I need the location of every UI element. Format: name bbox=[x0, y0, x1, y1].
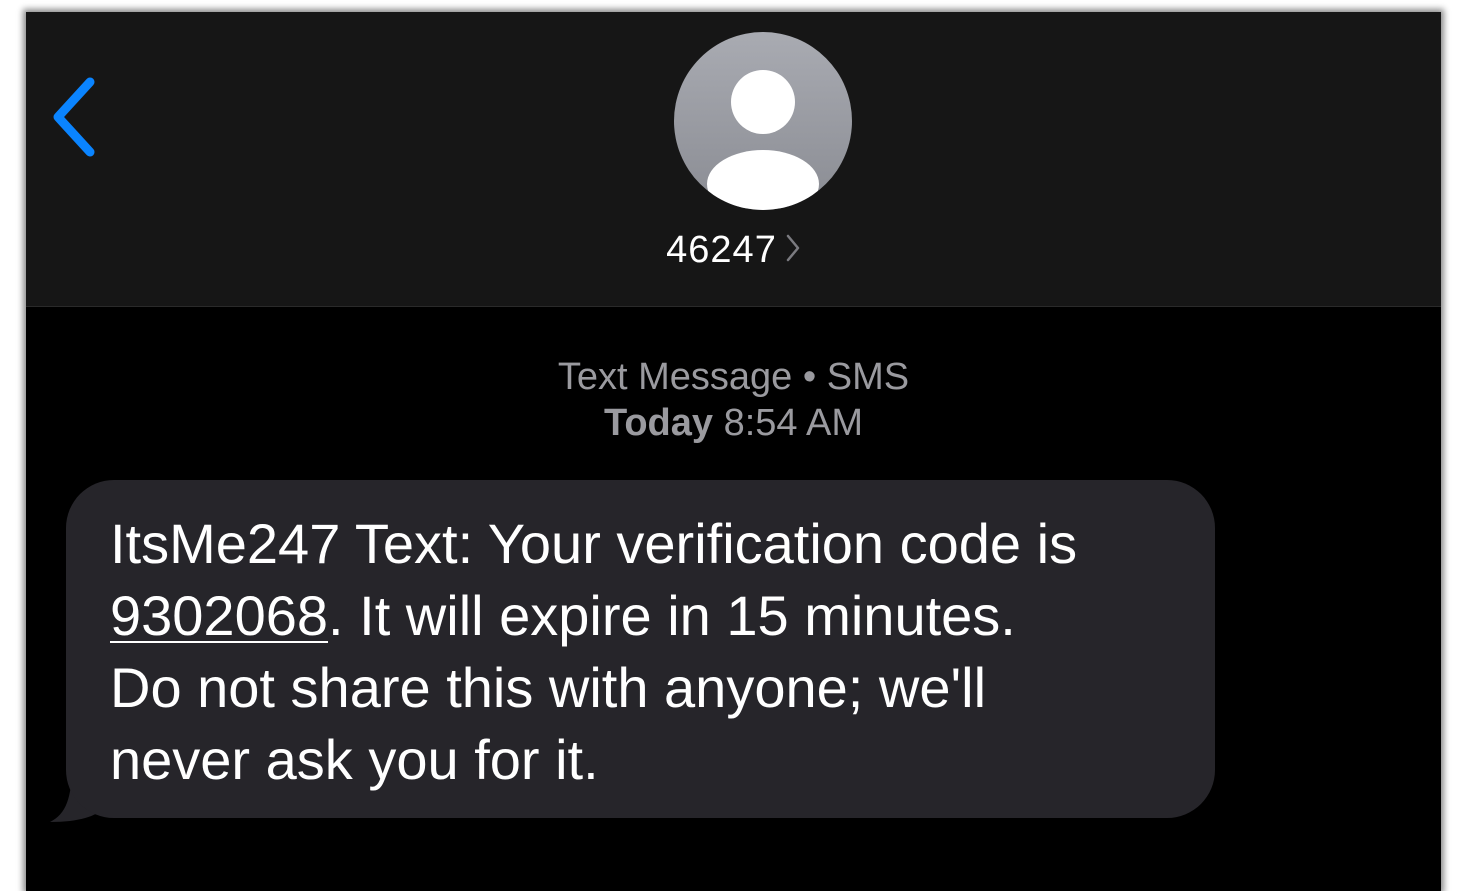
person-icon bbox=[707, 70, 819, 210]
thread-meta: Text Message • SMS Today 8:54 AM bbox=[26, 354, 1441, 446]
verification-code-link[interactable]: 9302068 bbox=[110, 584, 328, 647]
contact-name: 46247 bbox=[666, 229, 777, 271]
timestamp-day: Today bbox=[603, 402, 714, 444]
conversation-header: 46247 bbox=[26, 12, 1441, 307]
message-line-1: ItsMe247 Text: Your verification code is bbox=[110, 512, 1078, 575]
contact-name-button[interactable]: 46247 bbox=[26, 229, 1441, 273]
chevron-left-icon bbox=[53, 77, 95, 157]
service-type: SMS bbox=[826, 356, 910, 398]
service-separator: • bbox=[802, 356, 817, 398]
message-line-2-rest: . It will expire in 15 minutes. bbox=[328, 584, 1016, 647]
service-line: Text Message • SMS bbox=[26, 354, 1441, 400]
message-line-4: never ask you for it. bbox=[110, 728, 599, 791]
avatar[interactable] bbox=[674, 32, 852, 210]
message-bubble[interactable]: ItsMe247 Text: Your verification code is… bbox=[66, 480, 1215, 818]
messages-screen: 46247 Text Message • SMS Today 8:54 AM I… bbox=[26, 12, 1441, 891]
back-button[interactable] bbox=[48, 72, 108, 162]
timestamp-time: 8:54 AM bbox=[723, 402, 864, 444]
message-line-2: 9302068. It will expire in 15 minutes. bbox=[110, 580, 1175, 652]
message-line-3: Do not share this with anyone; we'll bbox=[110, 656, 987, 719]
service-label: Text Message bbox=[557, 356, 793, 398]
chevron-right-icon bbox=[785, 230, 801, 273]
timestamp-line: Today 8:54 AM bbox=[26, 400, 1441, 446]
